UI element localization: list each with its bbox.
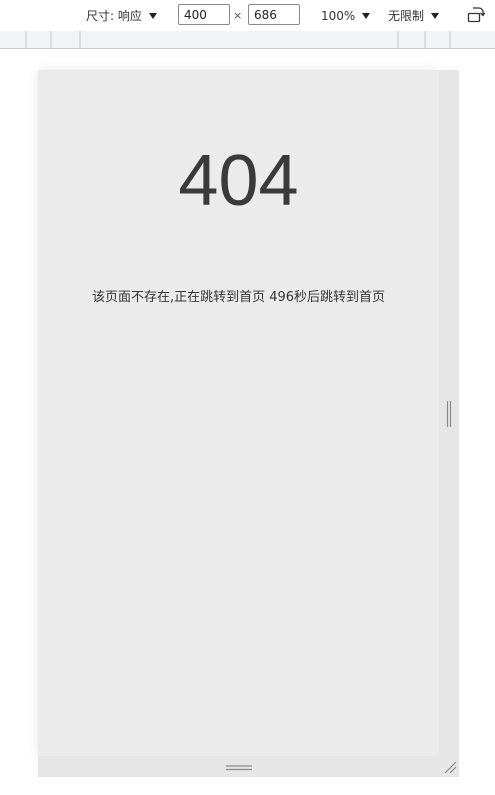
not-found-page: 404 该页面不存在,正在跳转到首页 496秒后跳转到首页 xyxy=(38,70,439,756)
media-query-segment[interactable] xyxy=(81,31,397,48)
dimensions-label: 尺寸: 响应 xyxy=(86,9,142,23)
media-query-segment[interactable] xyxy=(0,31,25,48)
chevron-down-icon xyxy=(148,12,157,19)
resize-grip-icon[interactable] xyxy=(226,764,252,772)
redirect-message: 该页面不存在,正在跳转到首页 496秒后跳转到首页 xyxy=(38,288,439,308)
media-query-segment[interactable] xyxy=(399,31,424,48)
error-code: 404 xyxy=(178,141,299,221)
chevron-down-icon xyxy=(431,12,440,19)
media-query-bar[interactable] xyxy=(0,31,495,49)
throttle-label: 无限制 xyxy=(388,9,425,23)
device-toolbar: 尺寸: 响应 × 100% 无限制 xyxy=(0,0,495,31)
countdown-seconds: 496 xyxy=(269,290,295,305)
times-sign: × xyxy=(233,9,243,22)
not-found-message: 该页面不存在,正在跳转到首页 xyxy=(91,290,266,305)
zoom-dropdown[interactable]: 100% xyxy=(321,0,371,31)
chevron-down-icon xyxy=(362,12,371,19)
rotate-device-icon[interactable] xyxy=(467,6,485,24)
media-query-segment[interactable] xyxy=(451,31,495,48)
resize-grip-icon[interactable] xyxy=(446,401,452,427)
throttle-dropdown[interactable]: 无限制 xyxy=(388,0,440,31)
dimensions-dropdown[interactable]: 尺寸: 响应 xyxy=(86,0,157,31)
corner-resize-icon[interactable] xyxy=(443,760,457,774)
height-input[interactable] xyxy=(248,4,300,25)
media-query-segment[interactable] xyxy=(27,31,50,48)
zoom-label: 100% xyxy=(321,8,356,23)
countdown-suffix: 秒后跳转到首页 xyxy=(294,290,386,305)
width-input[interactable] xyxy=(178,4,230,25)
media-query-segment[interactable] xyxy=(426,31,449,48)
media-query-segment[interactable] xyxy=(52,31,79,48)
